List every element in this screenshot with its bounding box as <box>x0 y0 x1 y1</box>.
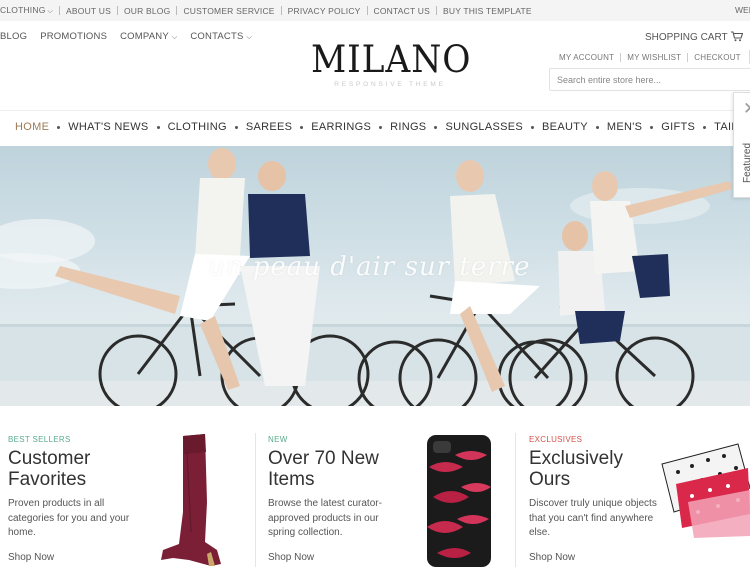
nav-item-rings[interactable]: RINGS <box>390 121 426 133</box>
promo-best-sellers: BEST SELLERS Customer Favorites Proven p… <box>0 406 255 567</box>
promo-label: EXCLUSIVES <box>529 435 583 444</box>
nav-dot <box>650 125 654 129</box>
top-link-about-us[interactable]: ABOUT US <box>60 6 117 16</box>
cart-label: SHOPPING CART <box>645 32 728 43</box>
nav-dot <box>156 125 160 129</box>
promo-title: Customer Favorites <box>8 448 91 490</box>
my-wishlist-link[interactable]: MY WISHLIST <box>621 53 687 62</box>
top-links: CLOTHING ⌵ ABOUT US OUR BLOG CUSTOMER SER… <box>0 0 538 21</box>
chevron-down-icon: ⌵ <box>246 34 253 41</box>
nav-dot <box>57 125 61 129</box>
top-link-contact-us[interactable]: CONTACT US <box>368 6 436 16</box>
nav-item-sunglasses[interactable]: SUNGLASSES <box>445 121 523 133</box>
promo-title: Over 70 New Items <box>268 448 379 490</box>
nav-dot <box>434 125 438 129</box>
close-icon[interactable]: ✕ <box>743 99 750 119</box>
checkout-link[interactable]: CHECKOUT <box>688 53 747 62</box>
side-panel-tab[interactable]: ✕ Featured <box>733 92 750 198</box>
my-account-link[interactable]: MY ACCOUNT <box>559 53 620 62</box>
site-logo[interactable]: MILANO RESPONSIVE THEME <box>305 38 475 89</box>
promo-exclusives: EXCLUSIVES Exclusively Ours Discover tru… <box>521 406 750 567</box>
nav-item-gifts[interactable]: GIFTS <box>661 121 695 133</box>
promo-divider <box>255 433 256 567</box>
nav-item-beauty[interactable]: BEAUTY <box>542 121 588 133</box>
shop-now-link[interactable]: Shop Now <box>268 552 314 563</box>
promo-label: BEST SELLERS <box>8 435 71 444</box>
logo-name: MILANO <box>310 38 472 81</box>
nav-dot <box>300 125 304 129</box>
header-links: BLOG PROMOTIONS COMPANY ⌵ CONTACTS ⌵ <box>0 31 265 42</box>
promo-new: NEW Over 70 New Items Browse the latest … <box>260 406 515 567</box>
nav-item-mens[interactable]: MEN'S <box>607 121 642 133</box>
nav-item-earrings[interactable]: EARRINGS <box>311 121 371 133</box>
nav-dot <box>234 125 238 129</box>
hero-script-text: un peau d'air sur terre <box>208 252 531 282</box>
top-link-customer-service[interactable]: CUSTOMER SERVICE <box>177 6 280 16</box>
header-link-company[interactable]: COMPANY ⌵ <box>120 31 177 42</box>
boot-image[interactable] <box>155 432 235 567</box>
top-link-label: CLOTHING <box>0 5 46 15</box>
search-input[interactable] <box>549 68 750 91</box>
promo-label: NEW <box>268 435 288 444</box>
shop-now-link[interactable]: Shop Now <box>8 552 54 563</box>
promo-description: Discover truly unique objects that you c… <box>529 498 657 538</box>
top-utility-bar: CLOTHING ⌵ ABOUT US OUR BLOG CUSTOMER SER… <box>0 0 750 21</box>
nav-dot <box>703 125 707 129</box>
header-link-promotions[interactable]: PROMOTIONS <box>40 31 107 42</box>
nav-dot <box>379 125 383 129</box>
nav-item-sarees[interactable]: SAREES <box>246 121 292 133</box>
welcome-message: WEL <box>735 5 750 15</box>
account-links: MY ACCOUNT MY WISHLIST CHECKOUT <box>559 50 750 64</box>
nav-dot <box>531 125 535 129</box>
phone-case-image[interactable] <box>425 433 495 567</box>
promo-title: Exclusively Ours <box>529 448 623 490</box>
hero-banner[interactable]: un peau d'air sur terre <box>0 146 750 406</box>
chevron-down-icon: ⌵ <box>47 8 54 15</box>
top-link-clothing[interactable]: CLOTHING ⌵ <box>0 5 59 16</box>
top-link-privacy-policy[interactable]: PRIVACY POLICY <box>282 6 367 16</box>
main-navigation: HOME WHAT'S NEWS CLOTHING SAREES EARRING… <box>0 110 750 146</box>
top-link-our-blog[interactable]: OUR BLOG <box>118 6 176 16</box>
nav-item-whats-news[interactable]: WHAT'S NEWS <box>68 121 148 133</box>
header-link-label: COMPANY <box>120 31 169 42</box>
side-panel-label: Featured <box>742 142 750 183</box>
top-link-buy-template[interactable]: BUY THIS TEMPLATE <box>437 6 538 16</box>
header-link-contacts[interactable]: CONTACTS ⌵ <box>190 31 252 42</box>
header-link-blog[interactable]: BLOG <box>0 31 27 42</box>
nav-item-home[interactable]: HOME <box>15 121 49 133</box>
promo-divider <box>515 433 516 567</box>
header-link-label: CONTACTS <box>190 31 244 42</box>
cart-icon <box>730 31 743 42</box>
nav-dot <box>595 125 599 129</box>
promo-description: Proven products in all categories for yo… <box>8 498 130 538</box>
shopping-cart-link[interactable]: SHOPPING CART <box>645 31 743 43</box>
nav-item-clothing[interactable]: CLOTHING <box>168 121 227 133</box>
chevron-down-icon: ⌵ <box>171 34 178 41</box>
logo-tagline: RESPONSIVE THEME <box>334 81 446 88</box>
pouch-image[interactable] <box>658 438 750 538</box>
promo-description: Browse the latest curator-approved produ… <box>268 498 382 538</box>
shop-now-link[interactable]: Shop Now <box>529 552 575 563</box>
